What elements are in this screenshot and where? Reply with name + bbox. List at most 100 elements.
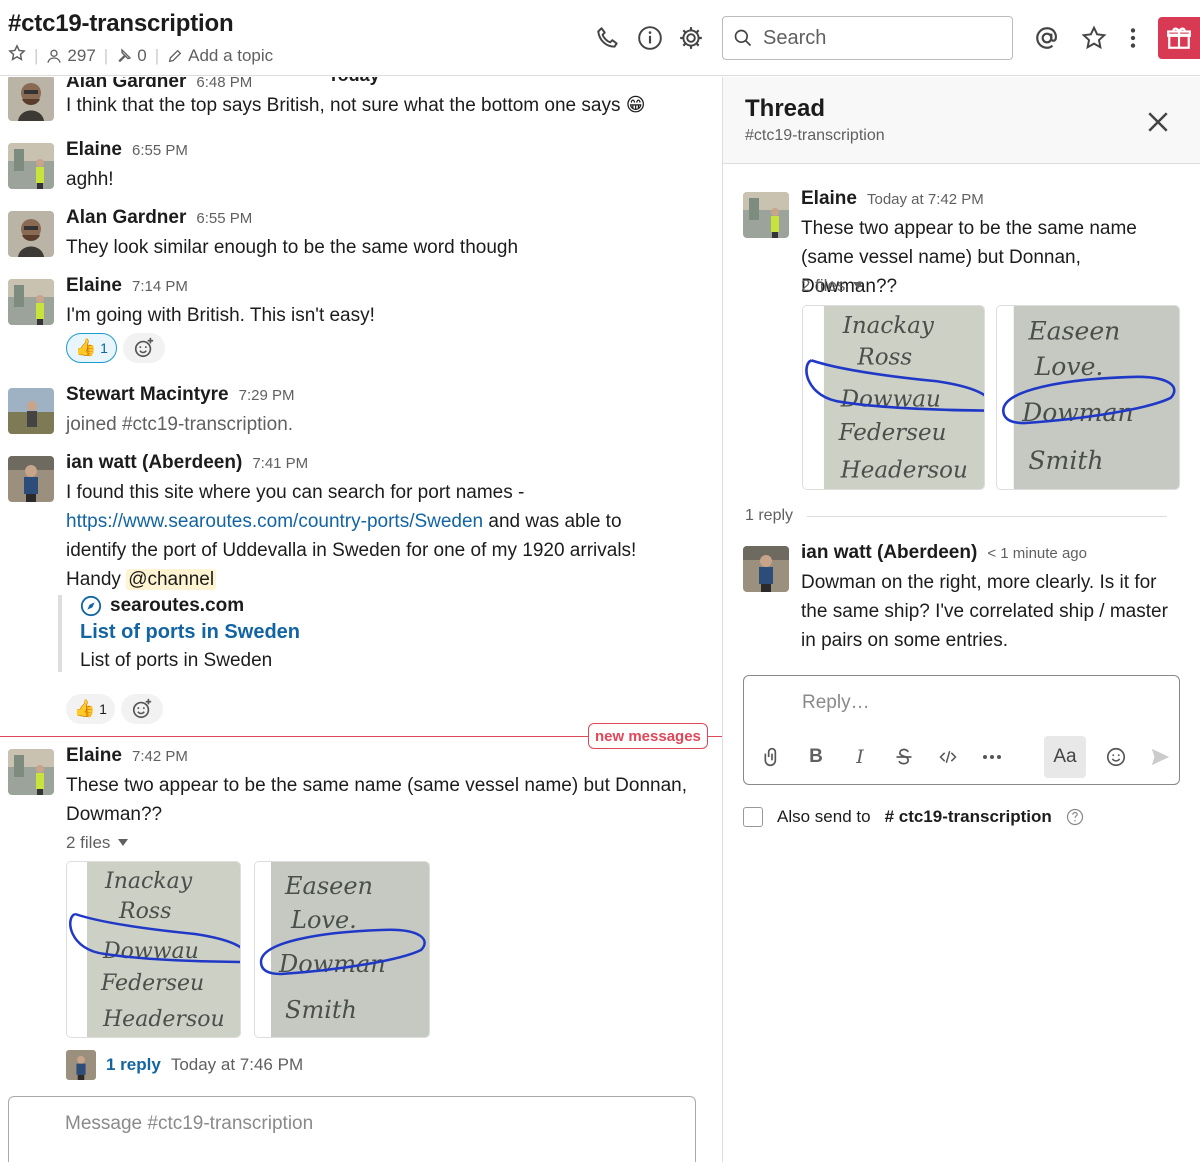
code-icon[interactable] [934, 743, 962, 771]
thread-reply: ian watt (Aberdeen) < 1 minute ago Dowma… [743, 542, 1193, 662]
phone-icon[interactable] [594, 24, 622, 52]
file-thumbnail-left[interactable]: Inackay Ross Dowwau Federseu Headersou [66, 861, 241, 1038]
svg-text:Love.: Love. [290, 906, 357, 934]
svg-text:Easeen: Easeen [1027, 316, 1120, 345]
author-name[interactable]: Stewart Macintyre [66, 384, 229, 406]
avatar[interactable] [8, 279, 54, 325]
thread-header: Thread #ctc19-transcription [723, 77, 1200, 164]
thread-channel[interactable]: #ctc19-transcription [745, 127, 885, 145]
avatar[interactable] [8, 388, 54, 434]
person-icon [47, 49, 62, 63]
star-items-icon[interactable] [1080, 24, 1108, 52]
svg-text:Ross: Ross [856, 345, 912, 371]
timestamp[interactable]: 7:42 PM [132, 748, 188, 765]
svg-text:Love.: Love. [1034, 352, 1104, 381]
add-topic-link[interactable]: Add a topic [167, 46, 273, 66]
member-count[interactable]: 297 [46, 46, 96, 66]
channel-meta: | 297 | 0 | Add a topic [8, 44, 273, 67]
mentions-icon[interactable] [1033, 24, 1061, 52]
gift-icon[interactable] [1158, 17, 1200, 59]
file-thumbnail-right[interactable]: Easeen Love. Dowman Smith [996, 305, 1180, 490]
svg-text:Smith: Smith [285, 996, 357, 1024]
message-list[interactable]: Alan Gardner 6:48 PM I think that the to… [0, 77, 722, 1162]
thread-summary[interactable]: 1 reply Today at 7:46 PM [66, 1050, 303, 1080]
unfurl-site-name[interactable]: searoutes.com [110, 595, 244, 617]
search-input[interactable]: Search [722, 16, 1013, 60]
also-send-option: Also send to # ctc19-transcription [743, 807, 1084, 827]
file-thumbnail-right[interactable]: Easeen Love. Dowman Smith [254, 861, 430, 1038]
timestamp[interactable]: < 1 minute ago [987, 545, 1087, 562]
message: Elaine 6:55 PM aghh! [8, 139, 708, 199]
add-emoji-icon [132, 698, 152, 719]
author-name[interactable]: Elaine [66, 139, 122, 161]
add-reaction-button[interactable] [122, 333, 165, 363]
author-name[interactable]: Alan Gardner [66, 207, 186, 229]
bold-button[interactable]: B [802, 743, 830, 771]
files-toggle[interactable]: 2 files [801, 276, 864, 296]
close-icon[interactable] [1143, 107, 1173, 137]
gear-icon[interactable] [677, 24, 705, 52]
formatting-toolbar: B I Aa [744, 730, 1179, 784]
info-icon[interactable] [636, 24, 664, 52]
avatar[interactable] [8, 77, 54, 121]
thread-title: Thread [745, 95, 826, 122]
author-name[interactable]: Elaine [801, 188, 857, 210]
send-icon[interactable] [1146, 743, 1174, 771]
avatar[interactable] [8, 749, 54, 795]
thumbs-up-reaction[interactable]: 👍 1 [66, 694, 115, 724]
channel-name[interactable]: #ctc19-transcription [8, 10, 234, 38]
author-name[interactable]: Elaine [66, 745, 122, 767]
message-text: These two appear to be the same name (sa… [66, 775, 688, 825]
timestamp[interactable]: Today at 7:42 PM [867, 191, 984, 208]
message-input[interactable]: Message #ctc19-transcription [8, 1096, 696, 1162]
timestamp[interactable]: 7:29 PM [239, 387, 295, 404]
files-toggle[interactable]: 2 files [66, 833, 129, 853]
avatar[interactable] [8, 143, 54, 189]
strikethrough-icon[interactable] [890, 743, 918, 771]
svg-text:Headersou: Headersou [840, 457, 968, 483]
attach-icon[interactable] [758, 743, 786, 771]
thumbs-up-reaction[interactable]: 👍 1 [66, 333, 117, 363]
message: Elaine 7:14 PM I'm going with British. T… [8, 275, 708, 371]
author-name[interactable]: ian watt (Aberdeen) [66, 452, 242, 474]
channel-mention[interactable]: @channel [126, 569, 217, 590]
file-thumbnail-left[interactable]: Inackay Ross Dowwau Federseu Headersou [802, 305, 985, 490]
timestamp[interactable]: 6:55 PM [196, 210, 252, 227]
avatar[interactable] [743, 192, 789, 238]
port-link[interactable]: https://www.searoutes.com/country-ports/… [66, 511, 483, 532]
avatar[interactable] [8, 456, 54, 502]
timestamp[interactable]: 6:48 PM [196, 77, 252, 91]
message-text: I found this site where you can search f… [66, 482, 637, 590]
more-formatting-icon[interactable] [978, 743, 1006, 771]
message: Alan Gardner 6:55 PM They look similar e… [8, 207, 708, 267]
avatar[interactable] [8, 211, 54, 257]
italic-button[interactable]: I [846, 743, 874, 771]
author-name[interactable]: ian watt (Aberdeen) [801, 542, 977, 564]
formatting-toggle-button[interactable]: Aa [1044, 736, 1086, 778]
search-icon [734, 29, 752, 47]
also-send-channel: # ctc19-transcription [884, 807, 1052, 826]
also-send-label: Also send to [777, 807, 871, 826]
reply-composer[interactable]: Reply… B I Aa [743, 675, 1180, 785]
add-reaction-button[interactable] [120, 694, 163, 724]
reply-count-link[interactable]: 1 reply [106, 1055, 161, 1075]
channel-header: #ctc19-transcription | 297 | 0 | Add a t… [0, 0, 1200, 76]
help-icon[interactable] [1066, 808, 1084, 826]
timestamp[interactable]: 6:55 PM [132, 142, 188, 159]
star-icon[interactable] [8, 44, 26, 67]
pin-icon [118, 47, 132, 62]
unfurl-title[interactable]: List of ports in Sweden [80, 621, 300, 644]
timestamp[interactable]: 7:41 PM [252, 455, 308, 472]
link-unfurl: searoutes.com List of ports in Sweden Li… [58, 595, 300, 672]
reply-input[interactable]: Reply… [802, 692, 870, 714]
also-send-checkbox[interactable] [743, 807, 763, 827]
author-name[interactable]: Elaine [66, 275, 122, 297]
more-options-icon[interactable] [1119, 24, 1147, 52]
avatar[interactable] [743, 546, 789, 592]
emoji-icon[interactable] [1102, 743, 1130, 771]
message-text: They look similar enough to be the same … [66, 237, 519, 258]
pin-count[interactable]: 0 [116, 46, 147, 66]
svg-text:Ross: Ross [118, 899, 171, 924]
day-divider[interactable]: Today [318, 77, 390, 86]
timestamp[interactable]: 7:14 PM [132, 278, 188, 295]
